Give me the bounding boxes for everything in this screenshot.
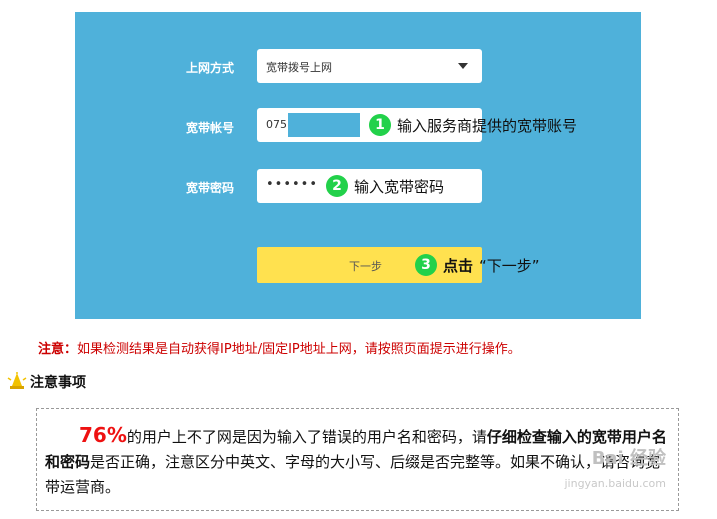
connection-mode-value: 宽带拨号上网 — [266, 61, 332, 74]
annotation-1: 1 输入服务商提供的宽带账号 — [369, 114, 577, 136]
step-badge-1: 1 — [369, 114, 391, 136]
step-badge-2: 2 — [326, 175, 348, 197]
annotation-2: 2 输入宽带密码 — [326, 175, 444, 197]
step-badge-3: 3 — [415, 254, 437, 276]
note-heading: 注意： — [38, 342, 78, 357]
watermark-brand: Bai 经验 — [591, 448, 666, 469]
connection-mode-select[interactable]: 宽带拨号上网 — [257, 49, 482, 83]
router-setup-panel: 上网方式 宽带拨号上网 宽带帐号 075 1 输入服务商提供的宽带账号 宽带密码… — [75, 12, 641, 319]
tips-heading: 注意事项 — [6, 372, 86, 392]
watermark: Bai 经验 jingyan.baidu.com — [564, 446, 666, 496]
connection-mode-label: 上网方式 — [186, 61, 235, 75]
redaction-block — [288, 113, 360, 137]
annotation-3-text: 点击 — [443, 256, 474, 275]
account-value: 075 — [266, 118, 287, 131]
annotation-1-text: 输入服务商提供的宽带账号 — [397, 116, 578, 135]
password-value: •••••• — [266, 177, 319, 192]
password-label: 宽带密码 — [186, 181, 235, 195]
percent-stat: 76% — [79, 423, 127, 447]
chevron-down-icon[interactable] — [458, 63, 468, 69]
annotation-3-quote: “下一步” — [479, 256, 540, 275]
tips-title: 注意事项 — [30, 375, 86, 391]
account-label: 宽带帐号 — [186, 121, 235, 135]
annotation-2-text: 输入宽带密码 — [354, 177, 445, 196]
tips-box: 76%的用户上不了网是因为输入了错误的用户名和密码，请仔细检查输入的宽带用户名和… — [36, 408, 679, 511]
lamp-icon — [7, 372, 27, 389]
note-line: 注意：如果检测结果是自动获得IP地址/固定IP地址上网，请按照页面提示进行操作。 — [38, 338, 521, 357]
note-text: 如果检测结果是自动获得IP地址/固定IP地址上网，请按照页面提示进行操作。 — [77, 342, 521, 357]
tips-text-1: 的用户上不了网是因为输入了错误的用户名和密码，请 — [126, 428, 487, 446]
next-step-label: 下一步 — [349, 260, 382, 273]
page: 上网方式 宽带拨号上网 宽带帐号 075 1 输入服务商提供的宽带账号 宽带密码… — [0, 0, 717, 519]
watermark-url: jingyan.baidu.com — [564, 477, 666, 490]
annotation-3: 3 点击 “下一步” — [415, 254, 540, 276]
